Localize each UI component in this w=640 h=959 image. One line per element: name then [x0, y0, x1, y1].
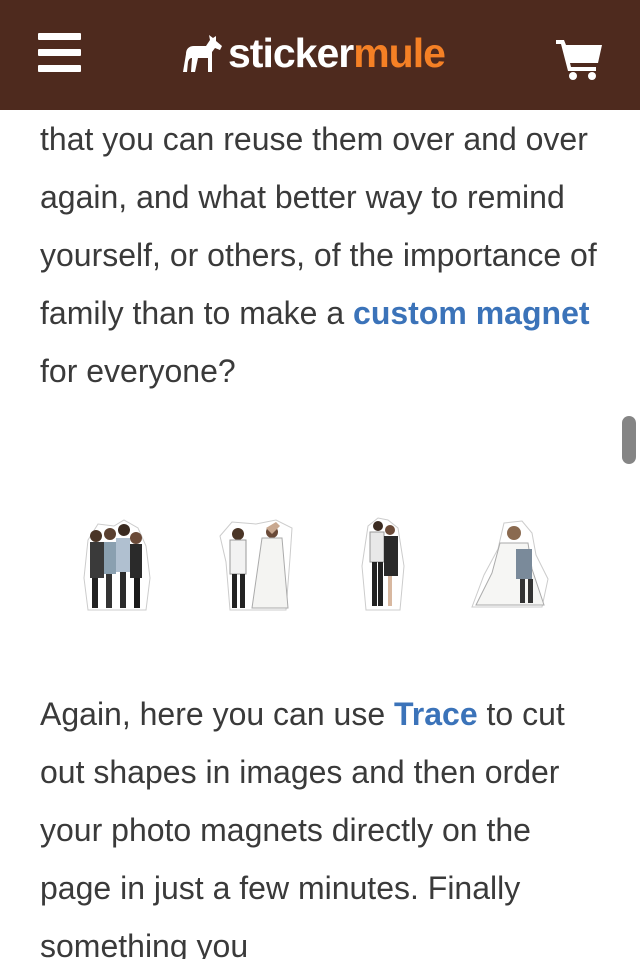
- trace-link[interactable]: Trace: [394, 696, 478, 732]
- couple-hugging-sticker: [471, 520, 549, 608]
- paragraph-text: to cut out shapes in images and then ord…: [40, 696, 565, 959]
- photo-magnet-examples: [0, 515, 640, 615]
- logo-word-mule: mule: [353, 29, 446, 76]
- paragraph-text: Again, here you can use: [40, 696, 395, 732]
- logo-word-sticker: sticker: [228, 29, 354, 76]
- mule-logo-icon: [183, 35, 222, 72]
- menu-line: [38, 65, 81, 72]
- paragraph-text: for everyone?: [40, 353, 236, 389]
- couple-dancing-sticker: [219, 519, 293, 611]
- stickermule-logo[interactable]: stickermule: [180, 28, 446, 78]
- shopping-cart-icon[interactable]: [556, 38, 604, 80]
- paragraph-magnets: that you can reuse them over and over ag…: [40, 110, 600, 400]
- family-group-sticker: [83, 519, 151, 611]
- logo-wordmark: stickermule: [228, 29, 446, 76]
- custom-magnet-link[interactable]: custom magnet: [353, 295, 589, 331]
- hamburger-menu-icon[interactable]: [38, 33, 81, 73]
- couple-standing-sticker: [361, 517, 405, 611]
- menu-line: [38, 33, 81, 40]
- scrollbar-thumb[interactable]: [622, 416, 636, 464]
- top-navigation-bar: stickermule: [0, 0, 640, 110]
- paragraph-trace: Again, here you can use Trace to cut out…: [40, 685, 600, 959]
- menu-line: [38, 49, 81, 56]
